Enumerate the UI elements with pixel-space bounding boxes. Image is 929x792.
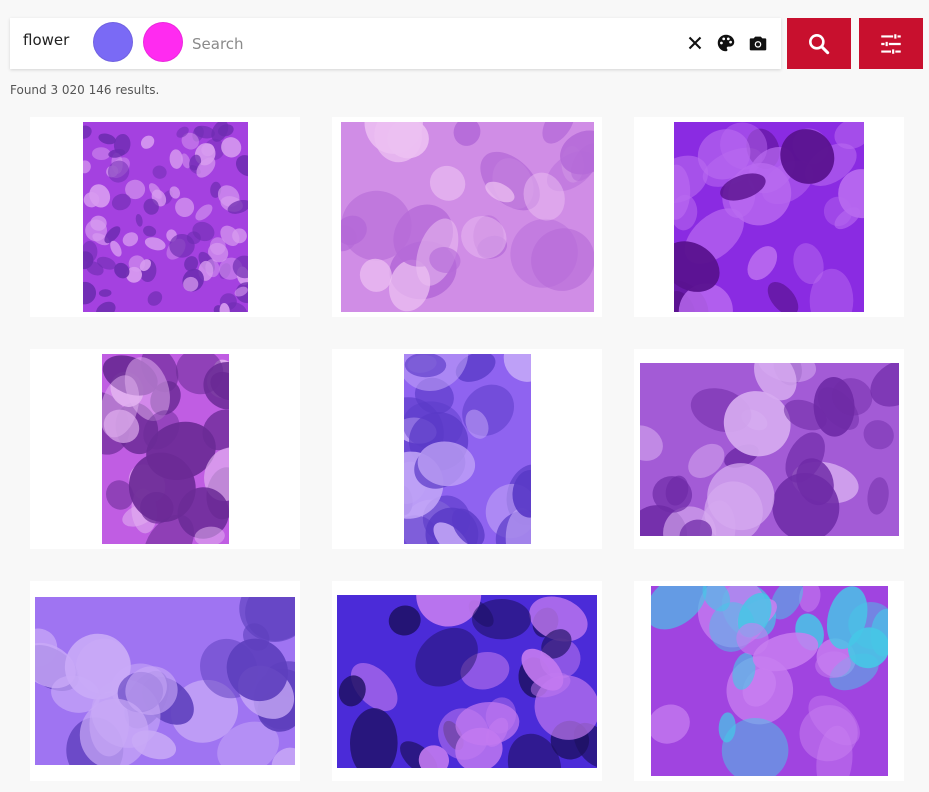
result-image-floral-ornament[interactable] <box>650 586 888 776</box>
result-card[interactable] <box>332 349 602 549</box>
query-chip[interactable]: flower <box>23 31 69 49</box>
search-icon <box>809 33 830 54</box>
result-card[interactable] <box>634 349 904 549</box>
result-card[interactable] <box>332 117 602 317</box>
result-card[interactable] <box>30 117 300 317</box>
color-filter-chip-periwinkle[interactable] <box>93 22 133 62</box>
result-card[interactable] <box>634 581 904 781</box>
color-filter-chip-magenta[interactable] <box>143 22 183 62</box>
result-card[interactable] <box>634 117 904 317</box>
result-image-cabbage[interactable] <box>639 362 899 536</box>
results-count: Found 3 020 146 results. <box>10 83 160 97</box>
result-image-crocus[interactable] <box>35 597 295 765</box>
result-image-primula[interactable] <box>101 354 229 544</box>
camera-icon[interactable] <box>747 32 769 54</box>
close-icon[interactable] <box>684 32 706 54</box>
tune-icon <box>881 33 901 54</box>
result-image-blurred-blossom[interactable] <box>337 594 597 768</box>
search-input[interactable] <box>190 28 674 60</box>
search-button[interactable] <box>787 18 851 69</box>
result-image-phlox[interactable] <box>82 122 248 312</box>
search-bar: flower <box>10 18 781 69</box>
result-image-balloon-flower[interactable] <box>403 354 531 544</box>
result-image-chrysanthemum[interactable] <box>674 122 864 312</box>
palette-icon[interactable] <box>715 32 737 54</box>
result-card[interactable] <box>30 349 300 549</box>
result-image-hydrangea[interactable] <box>340 122 594 312</box>
result-card[interactable] <box>30 581 300 781</box>
filters-button[interactable] <box>859 18 923 69</box>
result-card[interactable] <box>332 581 602 781</box>
